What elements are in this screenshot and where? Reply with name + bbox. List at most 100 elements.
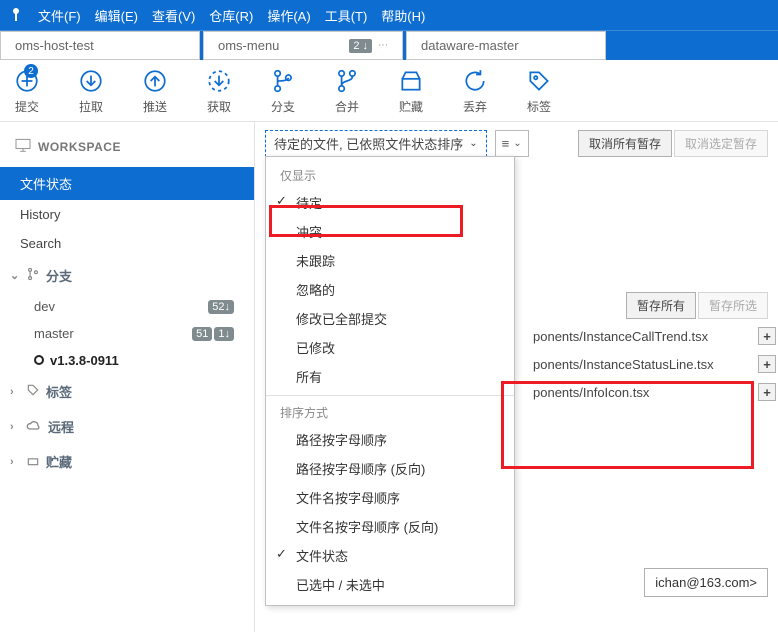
stash-icon <box>398 68 424 94</box>
tool-label: 标签 <box>527 98 551 115</box>
menu-tools[interactable]: 工具(T) <box>325 6 368 25</box>
tab-repo-2[interactable]: dataware-master <box>406 31 606 60</box>
list-icon: ≡ <box>502 136 510 151</box>
dd-item-sort-selected[interactable]: 已选中 / 未选中 <box>266 570 514 599</box>
chevron-down-icon: ⌄ <box>469 138 477 149</box>
tool-label: 推送 <box>143 98 167 115</box>
toolbar: 2 提交 拉取 推送 获取 分支 合并 贮藏 丢弃 标签 <box>0 60 778 122</box>
tab-label: oms-host-test <box>15 38 185 53</box>
tag-icon <box>26 383 40 400</box>
filter-dropdown-panel: 仅显示 待定 冲突 未跟踪 忽略的 修改已全部提交 已修改 所有 排序方式 路径… <box>265 156 515 606</box>
menu-help[interactable]: 帮助(H) <box>381 6 425 25</box>
filter-dropdown[interactable]: 待定的文件, 已依照文件状态排序 ⌄ <box>265 130 487 157</box>
merge-icon <box>334 68 360 94</box>
sidebar-file-status[interactable]: 文件状态 <box>0 167 254 200</box>
branch-icon <box>270 68 296 94</box>
stash-section[interactable]: › 贮藏 <box>0 444 254 479</box>
chevron-down-icon: ⋯ <box>378 40 388 51</box>
file-row[interactable]: ponents/InstanceStatusLine.tsx + <box>527 350 778 378</box>
branch-master[interactable]: master 511↓ <box>0 320 254 347</box>
dd-item-untracked[interactable]: 未跟踪 <box>266 246 514 275</box>
dd-item-sort-path-rev[interactable]: 路径按字母顺序 (反向) <box>266 454 514 483</box>
tool-branch[interactable]: 分支 <box>270 68 296 115</box>
current-branch-dot-icon <box>34 355 44 365</box>
dd-item-sort-path[interactable]: 路径按字母顺序 <box>266 425 514 454</box>
tool-label: 贮藏 <box>399 98 423 115</box>
dd-item-sort-filename[interactable]: 文件名按字母顺序 <box>266 483 514 512</box>
branch-current[interactable]: v1.3.8-0911 <box>0 347 254 374</box>
repo-tabs: oms-host-test oms-menu 2 ↓ ⋯ dataware-ma… <box>0 30 778 60</box>
remote-section[interactable]: › 远程 <box>0 409 254 444</box>
tool-merge[interactable]: 合并 <box>334 68 360 115</box>
tool-label: 分支 <box>271 98 295 115</box>
down-circle-icon <box>78 68 104 94</box>
dd-group1-title: 仅显示 <box>266 163 514 188</box>
workspace-header: WORKSPACE <box>12 134 242 163</box>
menu-file[interactable]: 文件(F) <box>38 6 81 25</box>
menubar: 文件(F) 编辑(E) 查看(V) 仓库(R) 操作(A) 工具(T) 帮助(H… <box>0 0 778 30</box>
tool-label: 提交 <box>15 98 39 115</box>
stage-file-button[interactable]: + <box>758 383 776 401</box>
tool-push[interactable]: 推送 <box>142 68 168 115</box>
tool-label: 拉取 <box>79 98 103 115</box>
file-row[interactable]: ponents/InfoIcon.tsx + <box>527 378 778 406</box>
stage-all-button[interactable]: 暂存所有 <box>626 292 696 319</box>
tool-stash[interactable]: 贮藏 <box>398 68 424 115</box>
stage-file-button[interactable]: + <box>758 327 776 345</box>
monitor-icon <box>14 138 32 155</box>
tag-icon <box>526 68 552 94</box>
tool-label: 合并 <box>335 98 359 115</box>
chevron-down-icon: ⌄ <box>513 138 521 149</box>
branch-dev[interactable]: dev 52↓ <box>0 293 254 320</box>
stash-icon <box>26 453 40 470</box>
tool-discard[interactable]: 丢弃 <box>462 68 488 115</box>
dropdown-divider <box>266 395 514 396</box>
unstage-all-button[interactable]: 取消所有暂存 <box>578 130 672 157</box>
app-logo-icon <box>8 7 24 23</box>
chevron-right-icon: › <box>10 421 20 433</box>
dd-item-sort-status[interactable]: 文件状态 <box>266 541 514 570</box>
dd-item-pending[interactable]: 待定 <box>266 188 514 217</box>
file-row[interactable]: ponents/InstanceCallTrend.tsx + <box>527 322 778 350</box>
dd-item-conflict[interactable]: 冲突 <box>266 217 514 246</box>
view-mode-button[interactable]: ≡ ⌄ <box>495 130 529 157</box>
dd-item-sort-filename-rev[interactable]: 文件名按字母顺序 (反向) <box>266 512 514 541</box>
tool-commit[interactable]: 2 提交 <box>14 68 40 115</box>
sidebar-search[interactable]: Search <box>0 229 254 258</box>
stage-file-button[interactable]: + <box>758 355 776 373</box>
tool-pull[interactable]: 拉取 <box>78 68 104 115</box>
tool-tag[interactable]: 标签 <box>526 68 552 115</box>
dd-group2-title: 排序方式 <box>266 400 514 425</box>
menu-action[interactable]: 操作(A) <box>267 6 310 25</box>
branches-section[interactable]: ⌄ 分支 <box>0 258 254 293</box>
content-area: 待定的文件, 已依照文件状态排序 ⌄ ≡ ⌄ 仅显示 待定 冲突 未跟踪 忽略的… <box>255 122 778 632</box>
chevron-right-icon: › <box>10 386 20 398</box>
sidebar: WORKSPACE 文件状态 History Search ⌄ 分支 dev 5… <box>0 122 255 632</box>
tool-fetch[interactable]: 获取 <box>206 68 232 115</box>
stage-selected-button: 暂存所选 <box>698 292 768 319</box>
tab-label: dataware-master <box>421 38 591 53</box>
menu-repo[interactable]: 仓库(R) <box>209 6 253 25</box>
cloud-icon <box>26 419 42 434</box>
discard-icon <box>462 68 488 94</box>
menu-edit[interactable]: 编辑(E) <box>95 6 138 25</box>
tags-section[interactable]: › 标签 <box>0 374 254 409</box>
unstage-selected-button: 取消选定暂存 <box>674 130 768 157</box>
tab-label: oms-menu <box>218 38 349 53</box>
dd-item-all-committed[interactable]: 修改已全部提交 <box>266 304 514 333</box>
chevron-down-icon: ⌄ <box>10 269 20 282</box>
menu-view[interactable]: 查看(V) <box>152 6 195 25</box>
tab-repo-0[interactable]: oms-host-test <box>0 31 200 60</box>
dd-item-ignored[interactable]: 忽略的 <box>266 275 514 304</box>
dd-item-all[interactable]: 所有 <box>266 362 514 391</box>
tool-label: 获取 <box>207 98 231 115</box>
author-email-box: ichan@163.com> <box>644 568 768 597</box>
up-circle-icon <box>142 68 168 94</box>
dd-item-modified[interactable]: 已修改 <box>266 333 514 362</box>
chevron-right-icon: › <box>10 456 20 468</box>
tab-badge: 2 ↓ <box>349 39 372 53</box>
sidebar-history[interactable]: History <box>0 200 254 229</box>
dashed-circle-icon <box>206 68 232 94</box>
tab-repo-1[interactable]: oms-menu 2 ↓ ⋯ <box>203 31 403 60</box>
commit-badge: 2 <box>24 64 38 78</box>
